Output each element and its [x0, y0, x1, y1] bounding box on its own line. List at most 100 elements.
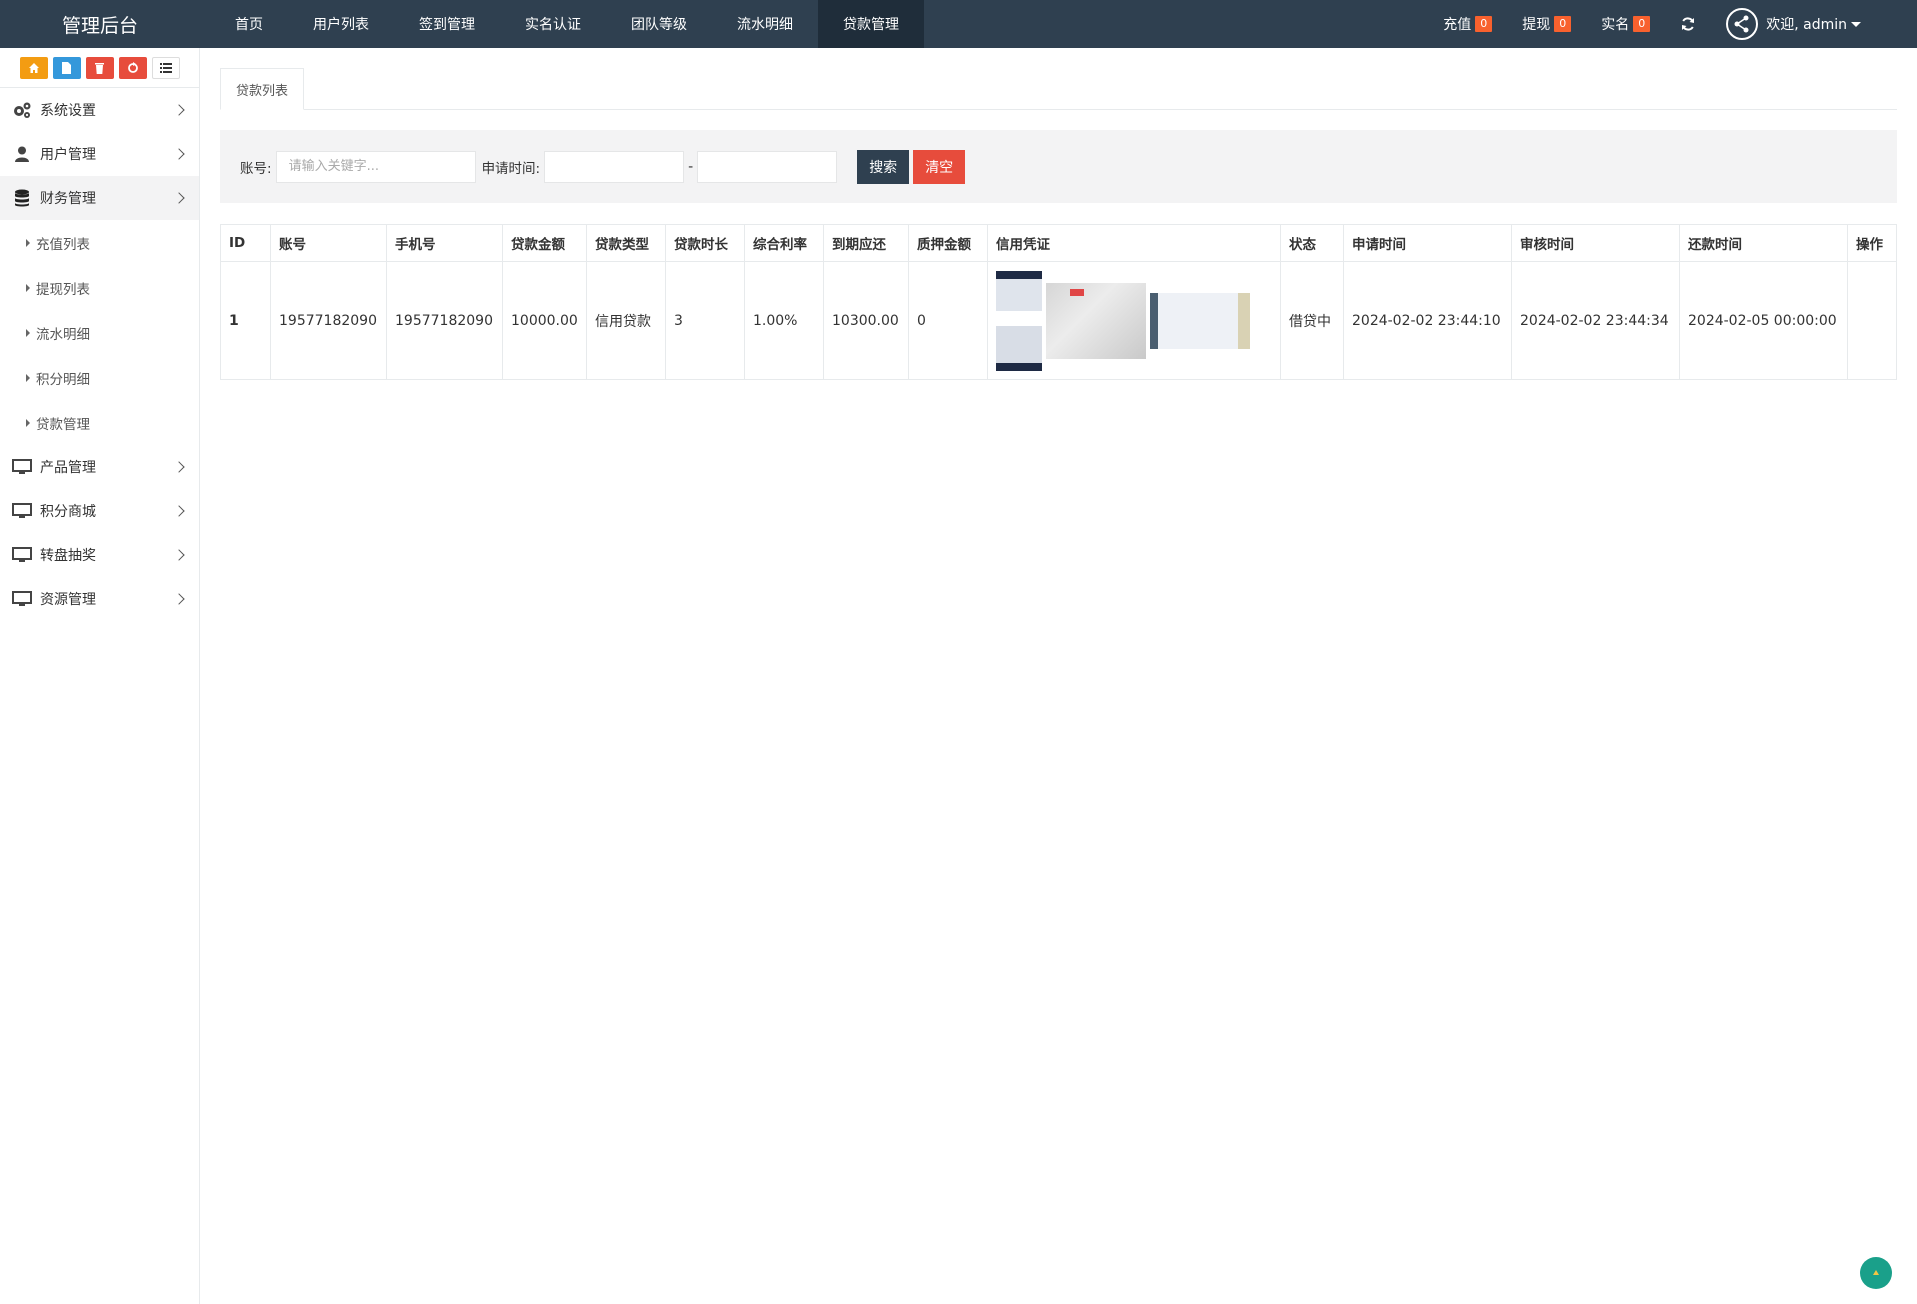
submenu-label: 积分明细 [36, 371, 90, 388]
topnav-home[interactable]: 首页 [210, 0, 288, 48]
menu-label: 财务管理 [40, 191, 96, 207]
realname-badge: 0 [1633, 16, 1651, 32]
chevron-right-icon [173, 148, 185, 160]
quick-actions [0, 48, 199, 88]
realname-notice[interactable]: 实名 0 [1601, 14, 1651, 34]
top-right: 充值 0 提现 0 实名 0 欢迎, admin [1443, 0, 1917, 48]
topnav-flow[interactable]: 流水明细 [712, 0, 818, 48]
col-status: 状态 [1280, 224, 1344, 262]
topnav-checkin[interactable]: 签到管理 [394, 0, 500, 48]
credential-thumbnails [996, 270, 1272, 371]
cell-duration: 3 [665, 261, 745, 380]
menu-system-settings[interactable]: 系统设置 [0, 88, 199, 132]
col-account: 账号 [270, 224, 387, 262]
menu-lottery[interactable]: 转盘抽奖 [0, 533, 199, 577]
account-label: 账号: [240, 160, 272, 177]
cell-due: 10300.00 [823, 261, 909, 380]
chevron-right-icon [173, 593, 185, 605]
submenu-flow-detail[interactable]: 流水明细 [0, 310, 199, 355]
cell-action [1847, 261, 1897, 380]
chevron-right-icon [173, 461, 185, 473]
caret-right-icon [26, 238, 30, 247]
clear-button[interactable]: 清空 [913, 149, 966, 184]
submenu-label: 贷款管理 [36, 416, 90, 433]
list-icon [159, 62, 172, 73]
top-bar: 管理后台 首页 用户列表 签到管理 实名认证 团队等级 流水明细 贷款管理 充值… [0, 0, 1917, 48]
home-button[interactable] [19, 56, 48, 79]
chevron-right-icon [173, 192, 185, 204]
trash-icon [95, 62, 104, 74]
cell-apply-time: 2024-02-02 23:44:10 [1343, 261, 1512, 380]
topnav-loan[interactable]: 贷款管理 [818, 0, 924, 48]
cell-repay-time: 2024-02-05 00:00:00 [1679, 261, 1848, 380]
arrow-up-icon [1873, 1270, 1879, 1275]
menu-points-mall[interactable]: 积分商城 [0, 489, 199, 533]
col-phone: 手机号 [386, 224, 503, 262]
recycle-button[interactable] [118, 56, 147, 79]
col-amount: 贷款金额 [502, 224, 587, 262]
cell-pledge: 0 [908, 261, 988, 380]
submenu-points-detail[interactable]: 积分明细 [0, 355, 199, 400]
home-icon [28, 62, 39, 73]
cell-review-time: 2024-02-02 23:44:34 [1511, 261, 1680, 380]
chevron-right-icon [173, 505, 185, 517]
credential-image-1[interactable] [996, 270, 1042, 371]
topnav-user-list[interactable]: 用户列表 [288, 0, 394, 48]
sidebar: 系统设置 用户管理 财务管理 充值列表 提现列表 流水明细 积分明细 贷款管理 [0, 48, 200, 1304]
cell-id: 1 [220, 261, 271, 380]
menu-product-management[interactable]: 产品管理 [0, 445, 199, 489]
submenu-recharge-list[interactable]: 充值列表 [0, 220, 199, 265]
list-button[interactable] [151, 56, 180, 79]
menu-finance-management[interactable]: 财务管理 [0, 176, 199, 220]
col-id: ID [220, 224, 271, 262]
submenu-label: 提现列表 [36, 281, 90, 298]
cell-type: 信用贷款 [586, 261, 666, 380]
trash-button[interactable] [85, 56, 114, 79]
apply-time-label: 申请时间: [481, 160, 541, 177]
avatar [1726, 8, 1759, 40]
col-pledge: 质押金额 [908, 224, 988, 262]
user-menu[interactable]: 欢迎, admin [1726, 8, 1861, 40]
topnav-realname[interactable]: 实名认证 [500, 0, 606, 48]
search-button[interactable]: 搜索 [857, 149, 910, 184]
menu-resource-management[interactable]: 资源管理 [0, 577, 199, 621]
cell-account: 19577182090 [270, 261, 387, 380]
monitor-icon [12, 590, 32, 608]
back-to-top-button[interactable] [1860, 1257, 1892, 1289]
cell-amount: 10000.00 [502, 261, 587, 380]
apply-time-start-input[interactable] [544, 150, 685, 183]
file-button[interactable] [52, 56, 81, 79]
credential-image-2[interactable] [1046, 282, 1146, 359]
table-header-row: ID 账号 手机号 贷款金额 贷款类型 贷款时长 综合利率 到期应还 质押金额 … [220, 224, 1897, 262]
account-search-input[interactable] [275, 150, 476, 183]
col-due: 到期应还 [823, 224, 909, 262]
menu-label: 系统设置 [40, 103, 96, 119]
topnav-team-level[interactable]: 团队等级 [606, 0, 712, 48]
withdraw-notice[interactable]: 提现 0 [1522, 14, 1572, 34]
welcome-text: 欢迎, admin [1766, 17, 1847, 33]
recycle-icon [127, 61, 138, 73]
recharge-label: 充值 [1443, 17, 1472, 33]
col-apply-time: 申请时间 [1343, 224, 1512, 262]
gears-icon [12, 101, 32, 119]
col-type: 贷款类型 [586, 224, 666, 262]
loan-table: ID 账号 手机号 贷款金额 贷款类型 贷款时长 综合利率 到期应还 质押金额 … [220, 224, 1897, 380]
cell-credential [987, 261, 1281, 380]
search-panel: 账号: 申请时间: - 搜索 清空 [220, 130, 1897, 203]
menu-label: 产品管理 [40, 460, 96, 476]
tab-loan-list[interactable]: 贷款列表 [220, 68, 305, 110]
refresh-icon [1680, 16, 1696, 32]
caret-right-icon [26, 373, 30, 382]
monitor-icon [12, 458, 32, 476]
apply-time-end-input[interactable] [697, 150, 838, 183]
table-row: 1 19577182090 19577182090 10000.00 信用贷款 … [220, 261, 1897, 380]
chevron-right-icon [173, 104, 185, 116]
refresh-button[interactable] [1680, 16, 1696, 32]
submenu-withdraw-list[interactable]: 提现列表 [0, 265, 199, 310]
realname-label: 实名 [1601, 17, 1630, 33]
submenu-loan-management[interactable]: 贷款管理 [0, 400, 199, 445]
menu-user-management[interactable]: 用户管理 [0, 132, 199, 176]
credential-image-3[interactable] [1150, 292, 1250, 349]
recharge-notice[interactable]: 充值 0 [1443, 14, 1493, 34]
menu-label: 转盘抽奖 [40, 548, 96, 564]
